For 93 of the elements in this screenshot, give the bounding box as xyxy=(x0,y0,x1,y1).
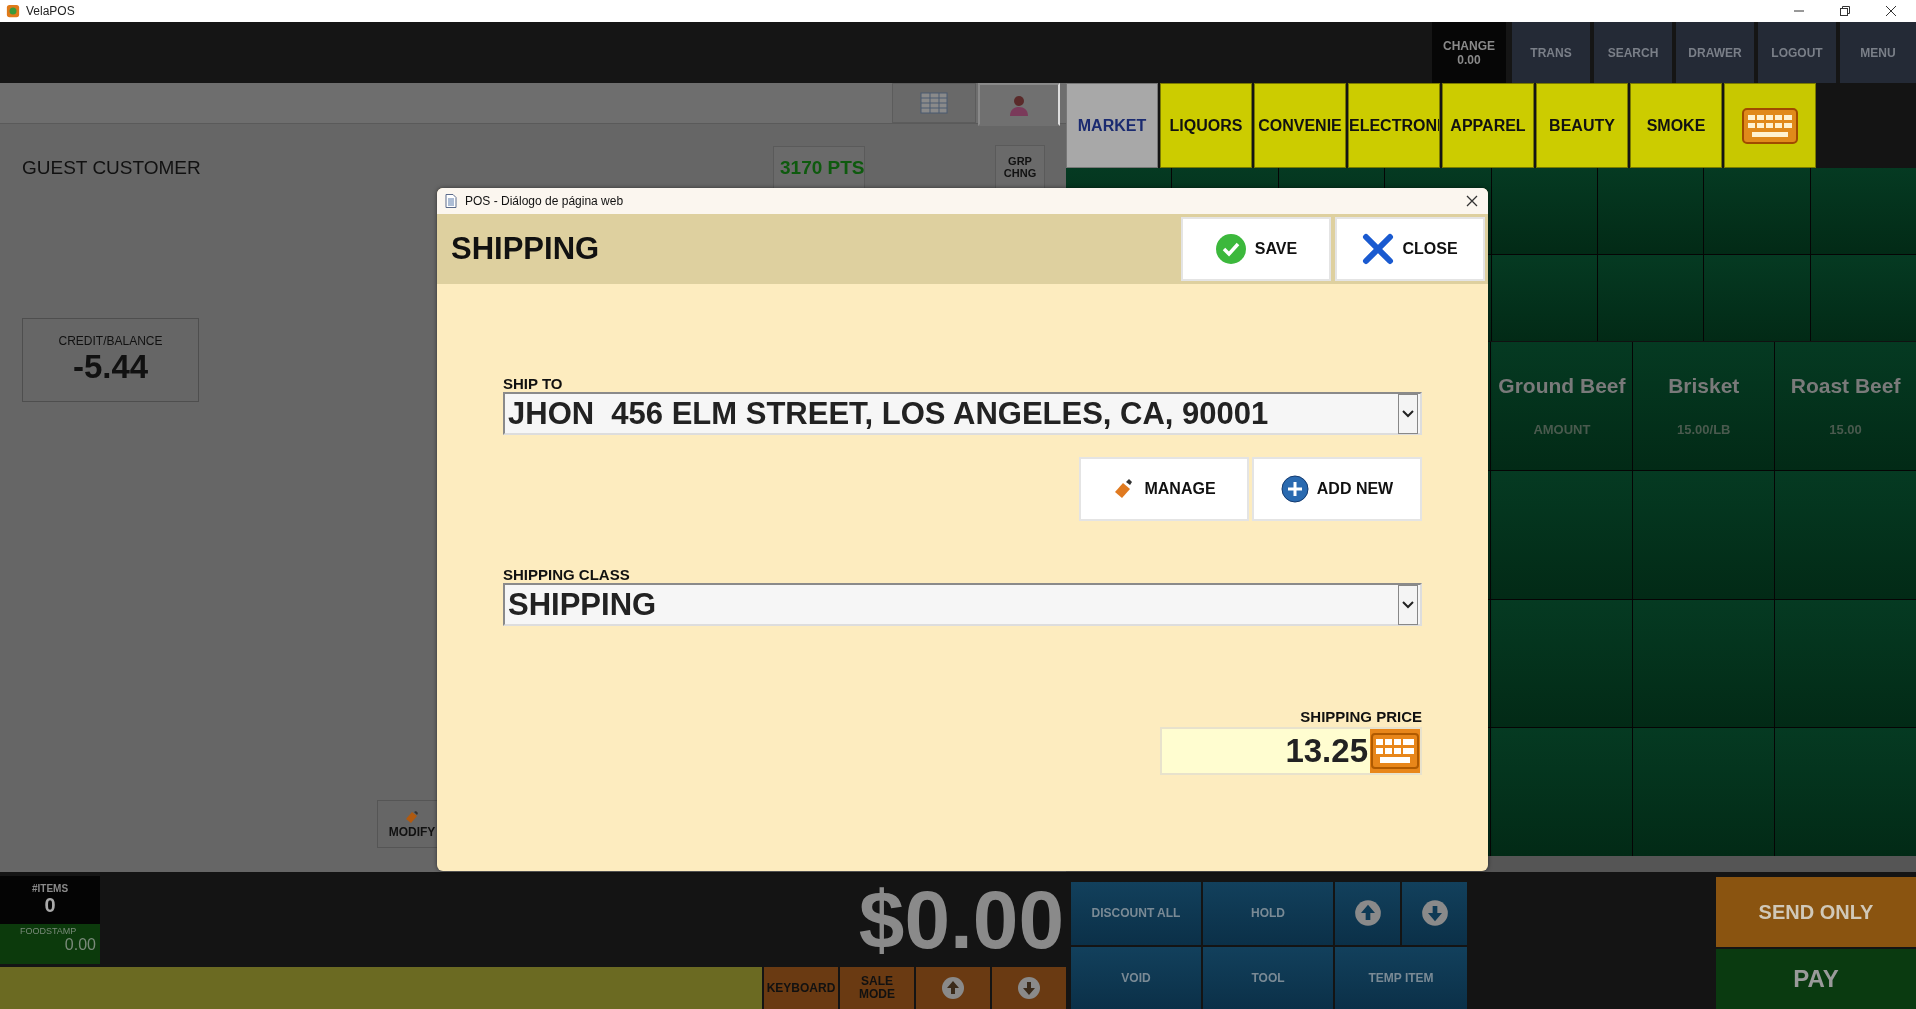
scroll-up-button[interactable] xyxy=(1335,882,1400,945)
chevron-down-icon xyxy=(1398,393,1418,434)
product-price: 15.00/LB xyxy=(1677,422,1731,438)
bottom-button[interactable]: KEYBOARD xyxy=(764,967,838,1009)
product-price: 15.00 xyxy=(1829,422,1862,438)
keyboard-icon xyxy=(1742,107,1798,144)
close-icon[interactable] xyxy=(1886,6,1896,16)
action-button[interactable]: HOLD xyxy=(1203,882,1333,945)
top-bar-button[interactable]: LOGOUT xyxy=(1758,22,1836,83)
send-only-button[interactable]: SEND ONLY xyxy=(1716,877,1916,947)
action-button[interactable]: TEMP ITEM xyxy=(1335,946,1467,1009)
product-tile[interactable] xyxy=(1597,168,1704,254)
arrow-up-icon xyxy=(1353,899,1382,928)
shipping-price-label: SHIPPING PRICE xyxy=(1300,708,1422,725)
customer-tab[interactable] xyxy=(978,83,1060,126)
ship-to-dropdown[interactable]: JHON 456 ELM STREET, LOS ANGELES, CA, 90001 xyxy=(503,392,1422,435)
product-tile[interactable] xyxy=(1491,470,1633,599)
points-badge: 3170 PTS xyxy=(773,146,865,190)
product-tile[interactable]: Roast Beef 15.00 xyxy=(1775,342,1916,470)
product-name: Roast Beef xyxy=(1790,374,1901,399)
scroll-down-button[interactable] xyxy=(992,967,1066,1009)
close-icon[interactable] xyxy=(1466,195,1478,207)
change-value: 0.00 xyxy=(1457,52,1481,67)
arrow-down-icon xyxy=(1420,899,1449,928)
chevron-down-icon xyxy=(1398,584,1418,625)
credit-balance-label: CREDIT/BALANCE xyxy=(58,334,163,348)
foodstamp-label: FOODSTAMP xyxy=(19,925,78,936)
top-bar-button[interactable]: DRAWER xyxy=(1676,22,1754,83)
add-new-button[interactable]: ADD NEW xyxy=(1252,457,1422,521)
arrow-down-icon xyxy=(1017,976,1041,1000)
bottom-button[interactable]: SALE MODE xyxy=(840,967,914,1009)
product-tile[interactable] xyxy=(1597,255,1704,341)
scroll-up-button[interactable] xyxy=(916,967,990,1009)
shipping-class-dropdown[interactable]: SHIPPING xyxy=(503,583,1422,626)
group-change-button[interactable]: GRP CHNG xyxy=(995,145,1045,191)
app-icon xyxy=(6,4,20,18)
check-icon xyxy=(1214,233,1247,265)
customer-name: GUEST CUSTOMER xyxy=(22,157,202,179)
save-button[interactable]: SAVE xyxy=(1181,217,1331,281)
product-tile[interactable] xyxy=(1775,728,1916,856)
plus-icon xyxy=(1280,475,1309,503)
keyboard-button[interactable] xyxy=(1724,83,1816,168)
action-button[interactable]: DISCOUNT ALL xyxy=(1071,882,1201,945)
product-tile[interactable] xyxy=(1810,168,1916,254)
category-tab[interactable]: APPAREL xyxy=(1442,83,1534,168)
category-tab[interactable]: LIQUORS xyxy=(1160,83,1252,168)
arrow-up-icon xyxy=(941,976,965,1000)
category-tab[interactable]: CONVENIE xyxy=(1254,83,1346,168)
product-name: Brisket xyxy=(1668,374,1740,399)
credit-balance-value: -5.44 xyxy=(72,348,149,386)
product-tile[interactable] xyxy=(1491,599,1633,728)
product-tile[interactable] xyxy=(1633,599,1775,728)
product-tile[interactable]: Ground Beef AMOUNT xyxy=(1491,342,1633,470)
eraser-icon xyxy=(404,809,420,825)
ship-to-label: SHIP TO xyxy=(503,375,564,392)
top-bar-button[interactable]: SEARCH xyxy=(1594,22,1672,83)
scroll-down-button[interactable] xyxy=(1402,882,1467,945)
product-tile[interactable]: Brisket 15.00/LB xyxy=(1633,342,1775,470)
shipping-class-label: SHIPPING CLASS xyxy=(503,566,631,583)
category-tab[interactable]: MARKET xyxy=(1066,83,1158,168)
product-tile[interactable] xyxy=(1633,470,1775,599)
action-button[interactable]: VOID xyxy=(1071,946,1201,1009)
product-tile[interactable] xyxy=(1491,168,1597,254)
product-tile[interactable] xyxy=(1810,255,1916,341)
dialog-window-title: POS - Diálogo de página web xyxy=(465,194,624,208)
foodstamp-value: 0.00 xyxy=(63,936,96,954)
product-tile[interactable] xyxy=(1491,728,1633,856)
category-tab[interactable]: SMOKE xyxy=(1630,83,1722,168)
items-label: #ITEMS xyxy=(31,883,69,894)
restore-icon[interactable] xyxy=(1840,6,1850,16)
product-price: AMOUNT xyxy=(1533,422,1591,438)
product-name: Ground Beef xyxy=(1498,374,1626,399)
pay-button[interactable]: PAY xyxy=(1716,949,1916,1009)
product-tile[interactable] xyxy=(1633,728,1775,856)
category-tab[interactable]: BEAUTY xyxy=(1536,83,1628,168)
top-bar-button[interactable]: TRANS xyxy=(1512,22,1590,83)
document-icon xyxy=(445,194,457,208)
action-button[interactable]: TOOL xyxy=(1203,946,1333,1009)
product-tile[interactable] xyxy=(1704,255,1810,341)
items-count: 0 xyxy=(44,894,56,917)
x-icon xyxy=(1362,233,1395,265)
product-tile[interactable] xyxy=(1491,255,1597,341)
product-tile[interactable] xyxy=(1704,168,1810,254)
top-bar-button[interactable]: MENU xyxy=(1840,22,1916,83)
product-tile[interactable] xyxy=(1775,599,1916,728)
manage-button[interactable]: MANAGE xyxy=(1079,457,1249,521)
product-tile[interactable] xyxy=(1775,470,1916,599)
total-amount: $0.00 xyxy=(858,872,1065,967)
change-label: CHANGE xyxy=(1443,38,1495,53)
dialog-title: SHIPPING xyxy=(451,231,600,267)
window-title: VelaPOS xyxy=(26,4,75,18)
close-button[interactable]: CLOSE xyxy=(1335,217,1485,281)
table-icon xyxy=(920,92,948,114)
